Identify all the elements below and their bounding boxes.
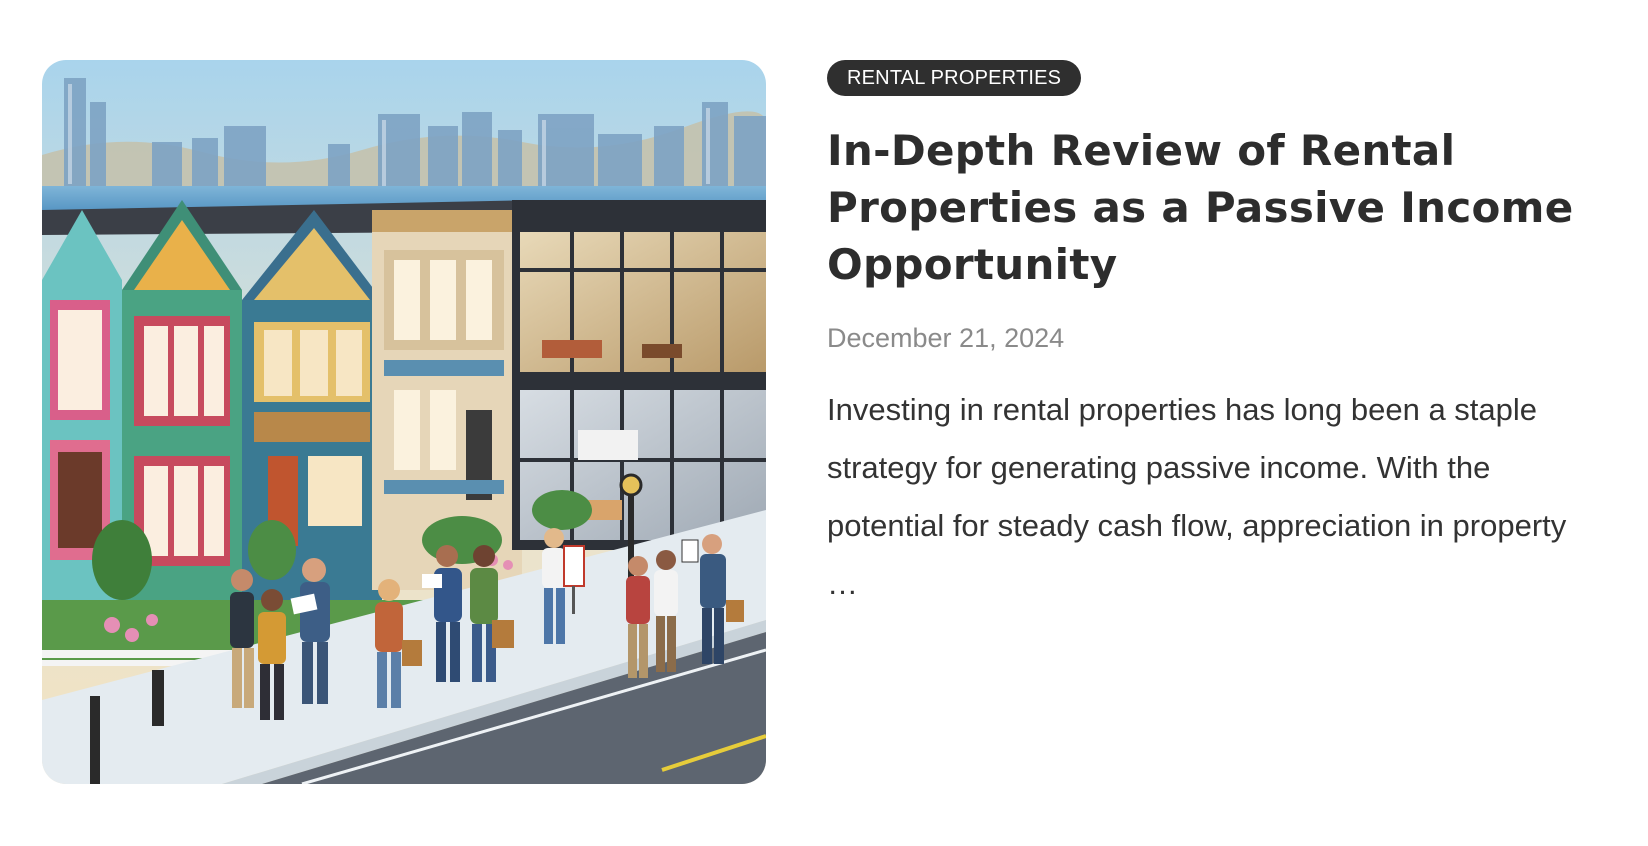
excerpt-ellipsis: … [827, 566, 858, 601]
post-excerpt: Investing in rental properties has long … [827, 381, 1607, 613]
post-card: RENTAL PROPERTIES In-Depth Review of Ren… [0, 0, 1648, 846]
post-content: RENTAL PROPERTIES In-Depth Review of Ren… [827, 60, 1617, 613]
post-thumbnail-image [42, 60, 766, 784]
post-excerpt-text: Investing in rental properties has long … [827, 392, 1567, 543]
post-date: December 21, 2024 [827, 323, 1065, 353]
post-title[interactable]: In-Depth Review of Rental Properties as … [827, 122, 1617, 293]
category-badge[interactable]: RENTAL PROPERTIES [827, 60, 1082, 96]
post-thumbnail-link[interactable] [42, 60, 766, 784]
